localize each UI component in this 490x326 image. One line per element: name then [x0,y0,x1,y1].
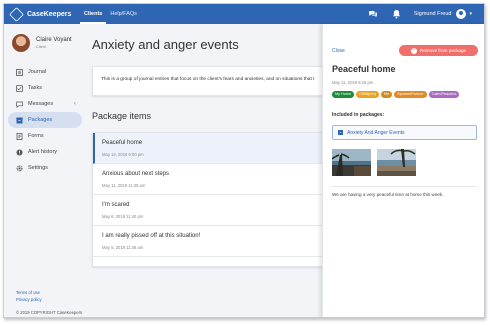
item-date: May 6, 2019 11:40 pm [102,214,144,219]
sidebar-menu: Journal Tasks Messages ‹ Packages Forms [4,64,86,176]
sidebar-item-label: Forms [28,133,44,139]
package-icon [338,130,343,135]
forms-icon [16,133,23,140]
sidebar-item-packages[interactable]: Packages [8,112,82,128]
user-avatar-icon[interactable] [456,9,467,19]
client-profile[interactable]: Claire Voyant Client [12,34,72,52]
item-title: Anxious about next steps [102,171,170,177]
entry-tags: My Home Child(ren) Me Spouse/Partner Cal… [332,91,482,100]
package-items-heading: Package items [92,111,152,121]
sidebar-item-journal[interactable]: Journal [8,64,82,80]
page-title: Anxiety and anger events [92,37,239,52]
tag-badge[interactable]: My Home [332,91,355,98]
sidebar-item-forms[interactable]: Forms [8,128,82,144]
chevron-down-icon[interactable]: ▾ [469,11,472,17]
privacy-policy-link[interactable]: Privacy policy [16,297,42,304]
casekeepers-logo-icon [9,6,24,22]
entry-title: Peaceful home [332,64,396,74]
sidebar-item-label: Tasks [28,85,43,91]
entry-detail-panel: Close − Remove from package Peaceful hom… [322,24,484,317]
client-avatar [12,34,30,52]
entry-photos [332,149,422,176]
package-description: This is a group of journal entries that … [101,77,315,82]
brand-name: CaseKeepers [27,10,72,18]
sidebar-item-label: Settings [28,165,48,171]
user-name[interactable]: Sigmund Freud [414,11,452,17]
copyright-text: © 2019 COPYRIGHT CaseKeepers [16,310,83,315]
item-date: May 11, 2019 11:48 am [102,183,146,188]
settings-icon [16,165,23,172]
sidebar-item-label: Packages [28,117,53,123]
list-item[interactable]: Peaceful home May 12, 2019 6:00 pm [93,133,341,164]
tag-badge[interactable]: Spouse/Partner [394,91,427,98]
nav-help-faqs[interactable]: Help/FAQs [106,4,141,24]
packages-icon [16,117,23,124]
item-date: May 12, 2019 6:00 pm [102,152,144,157]
sidebar-item-alert-history[interactable]: Alert history [8,144,82,160]
remove-button-label: Remove from package [419,48,467,53]
list-item[interactable]: I'm scared May 6, 2019 11:40 pm [93,195,341,226]
brand-logo[interactable]: CaseKeepers [9,6,72,22]
tag-badge[interactable]: Child(ren) [356,91,379,98]
client-name: Claire Voyant [36,37,72,43]
item-title: Peaceful home [102,140,143,146]
entry-body-text: We are having a very peaceful time at ho… [332,192,444,197]
entry-photo[interactable] [377,149,416,176]
divider [332,186,477,187]
sidebar: Claire Voyant Client Journal Tasks Messa… [4,24,86,317]
entry-photo[interactable] [332,149,371,176]
minus-circle-icon: − [410,46,417,54]
included-in-packages-label: Included in packages: [332,112,385,118]
package-description-card: This is a group of journal entries that … [92,66,352,96]
entry-date: May 11, 2019 6:15 pm [332,80,374,85]
item-date: May 5, 2019 11:48 am [102,245,144,250]
sidebar-item-label: Journal [28,69,47,75]
package-chip[interactable]: Anxiety And Anger Events [332,125,477,140]
list-item[interactable]: Anxious about next steps May 11, 2019 11… [93,164,341,195]
item-title: I am really pissed off at this situation… [102,233,201,239]
nav-clients[interactable]: Clients [80,4,107,24]
sidebar-item-label: Alert history [28,149,58,155]
item-title: I'm scared [102,202,130,208]
bell-icon[interactable] [392,9,402,19]
package-chip-label: Anxiety And Anger Events [347,129,405,136]
package-items-list: Peaceful home May 12, 2019 6:00 pm Anxio… [92,132,342,267]
sidebar-footer-links: Terms of use Privacy policy [16,290,42,303]
sidebar-item-tasks[interactable]: Tasks [8,80,82,96]
sidebar-item-settings[interactable]: Settings [8,160,82,176]
chevron-left-icon[interactable]: ‹ [74,96,76,112]
remove-from-package-button[interactable]: − Remove from package [399,45,478,56]
tag-badge[interactable]: Calm/Peaceful [428,91,460,98]
journal-icon [16,69,23,76]
list-item[interactable]: I am really pissed off at this situation… [93,226,341,257]
sidebar-item-messages[interactable]: Messages ‹ [8,96,82,112]
sidebar-item-label: Messages [28,101,54,107]
close-panel-link[interactable]: Close [332,48,345,54]
client-role: Client [36,44,47,49]
top-bar: CaseKeepers Clients Help/FAQs Sigmund Fr… [4,4,484,24]
app-window: CaseKeepers Clients Help/FAQs Sigmund Fr… [3,3,485,318]
chat-icon[interactable] [368,9,378,19]
messages-icon [16,101,23,108]
tasks-icon [16,85,23,92]
terms-of-use-link[interactable]: Terms of use [16,290,42,297]
tag-badge[interactable]: Me [380,91,393,98]
alert-icon [16,149,23,156]
top-right-controls: Sigmund Freud ▾ [354,4,472,24]
top-nav: Clients Help/FAQs [80,4,141,24]
